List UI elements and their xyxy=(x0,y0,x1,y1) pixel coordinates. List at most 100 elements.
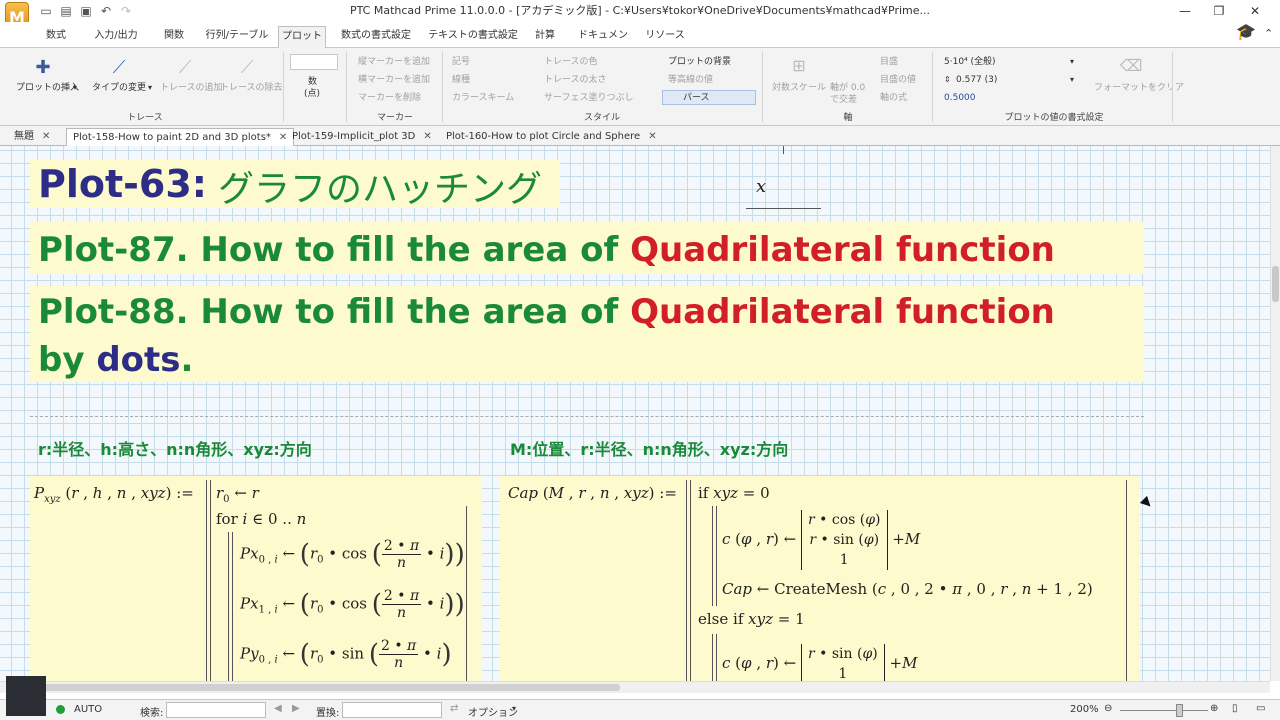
axis-equation-button[interactable]: 軸の式 xyxy=(880,92,907,104)
insert-plot-dropdown-icon[interactable]: ▾ xyxy=(73,82,77,94)
title-bar: M ▭ ▤ ▣ ↶ ↷ PTC Mathcad Prime 11.0.0.0 -… xyxy=(0,0,1280,32)
search-prev-icon[interactable]: ◀ xyxy=(274,703,282,714)
close-icon[interactable]: ✕ xyxy=(1238,0,1272,22)
doc-tab-label: Plot-159-Implicit_plot 3D xyxy=(292,131,416,142)
eraser-icon[interactable]: ⌫ xyxy=(1116,52,1146,80)
window-title: PTC Mathcad Prime 11.0.0.0 - [アカデミック版] -… xyxy=(349,4,931,17)
tab-text-format[interactable]: テキストの書式設定 xyxy=(426,26,520,48)
zoom-out-icon[interactable]: ⊖ xyxy=(1104,703,1112,714)
page-view-icon[interactable]: ▯ xyxy=(1232,703,1238,714)
add-trace-icon[interactable]: ⟋ xyxy=(170,54,200,82)
tab-math-format[interactable]: 数式の書式設定 xyxy=(334,26,418,48)
color-scheme-button[interactable]: カラースキーム xyxy=(452,92,514,104)
replace-input[interactable] xyxy=(342,702,442,718)
calc-mode-label[interactable]: AUTO xyxy=(74,704,102,715)
ribbon-separator xyxy=(932,52,933,122)
format-general-select[interactable]: 5·10⁴ (全般) xyxy=(944,56,996,68)
trace-weight-button[interactable]: トレースの太さ xyxy=(544,74,607,86)
trace-color-button[interactable]: トレースの色 xyxy=(544,56,598,68)
p-line-5: Py0 , i ← (r0 • sin (2 • πn • i) xyxy=(240,638,452,671)
graduation-cap-icon[interactable]: 🎓 xyxy=(1236,24,1256,40)
cap-line-5: c (φ , r) ← r • sin (φ) 1 +M xyxy=(722,644,917,681)
symbol-button[interactable]: 記号 xyxy=(452,56,470,68)
digits-spinner-icon[interactable]: ⇕ xyxy=(944,74,951,86)
plot63-subtitle: グラフのハッチング xyxy=(218,169,543,210)
p-line-3: Px0 , i ← (r0 • cos (2 • πn • i)) xyxy=(240,538,465,571)
tab-plots[interactable]: プロット xyxy=(278,26,326,49)
perspective-toggle[interactable]: パース xyxy=(662,90,756,105)
log-scale-icon[interactable]: ⊞ xyxy=(784,52,814,80)
x-variable[interactable]: x xyxy=(756,176,766,197)
replace-label: 置換: xyxy=(316,708,340,719)
cap-line-4: else if xyz = 1 xyxy=(698,610,805,628)
change-type-button[interactable]: タイプの変更 xyxy=(92,82,146,94)
tick-value-button[interactable]: 目盛の値 xyxy=(880,74,916,86)
vertical-scrollbar[interactable] xyxy=(1270,146,1280,681)
options-button[interactable]: オプション xyxy=(468,704,518,719)
search-next-icon[interactable]: ▶ xyxy=(292,703,300,714)
minimize-icon[interactable]: — xyxy=(1168,0,1202,22)
ribbon-tab-bar: 数式 入力/出力 関数 行列/テーブル プロット 数式の書式設定 テキストの書式… xyxy=(0,22,1280,61)
doc-tab-label: Plot-158-How to paint 2D and 3D plots* xyxy=(73,132,271,143)
add-hmarker-button[interactable]: 横マーカーを追加 xyxy=(358,74,430,86)
axis-cross-label-1[interactable]: 軸が 0.0 xyxy=(830,82,865,94)
remove-marker-button[interactable]: マーカーを削除 xyxy=(358,92,421,104)
axis-cross-label-2[interactable]: で交差 xyxy=(830,94,857,106)
tab-calculation[interactable]: 計算 xyxy=(526,26,564,48)
tab-document[interactable]: ドキュメント xyxy=(574,26,632,61)
format-general-dropdown-icon[interactable]: ▾ xyxy=(1070,56,1074,68)
vertical-scroll-thumb[interactable] xyxy=(1272,266,1279,302)
replace-icon[interactable]: ⇄ xyxy=(450,703,458,714)
add-trace-button[interactable]: トレースの追加 xyxy=(160,82,223,94)
plot-background-button[interactable]: プロットの背景 xyxy=(668,56,731,68)
horizontal-scrollbar[interactable] xyxy=(0,681,1270,693)
search-label: 検索: xyxy=(140,708,164,719)
line-style-button[interactable]: 線種 xyxy=(452,74,470,86)
doc-tab[interactable]: 無題 ✕ xyxy=(8,128,56,146)
tab-io[interactable]: 入力/出力 xyxy=(86,26,146,48)
options-dropdown-icon[interactable]: ▾ xyxy=(512,704,516,713)
tick-button[interactable]: 目盛 xyxy=(880,56,898,68)
zoom-slider-thumb[interactable] xyxy=(1176,704,1183,717)
zoom-in-icon[interactable]: ⊕ xyxy=(1210,703,1218,714)
doc-tab[interactable]: Plot-159-Implicit_plot 3D ✕ xyxy=(286,128,438,146)
format-digits-select[interactable]: 0.577 (3) xyxy=(956,74,997,86)
format-digits-dropdown-icon[interactable]: ▾ xyxy=(1070,74,1074,86)
log-scale-button[interactable]: 対数スケール xyxy=(772,82,826,94)
surface-fill-button[interactable]: サーフェス塗りつぶし xyxy=(544,92,634,104)
close-tab-icon[interactable]: ✕ xyxy=(423,131,431,142)
program-bar xyxy=(690,480,691,681)
num-points-input[interactable] xyxy=(290,54,338,70)
doc-tab-active[interactable]: Plot-158-How to paint 2D and 3D plots* ✕ xyxy=(66,128,295,147)
group-trace-label: トレース xyxy=(127,113,163,123)
doc-tab[interactable]: Plot-160-How to plot Circle and Sphere ✕ xyxy=(440,128,663,146)
ribbon-separator xyxy=(442,52,443,122)
close-tab-icon[interactable]: ✕ xyxy=(42,131,50,142)
horizontal-scroll-thumb[interactable] xyxy=(10,684,620,691)
cap-line-3: Cap ← CreateMesh (c , 0 , 2 • π , 0 , r … xyxy=(722,580,1093,598)
worksheet-canvas[interactable]: Plot-63: グラフのハッチング x Plot-87. How to fil… xyxy=(0,146,1270,681)
tab-functions[interactable]: 関数 xyxy=(152,26,196,48)
search-input[interactable] xyxy=(166,702,266,718)
tab-resources[interactable]: リソース xyxy=(640,26,690,48)
clear-format-button[interactable]: フォーマットをクリア xyxy=(1094,82,1184,94)
perspective-label: パース xyxy=(683,93,710,103)
program-bar xyxy=(686,480,687,681)
add-vmarker-button[interactable]: 縦マーカーを追加 xyxy=(358,56,430,68)
insert-plot-icon[interactable]: ✚ xyxy=(28,54,58,82)
change-type-icon[interactable]: ⟋ xyxy=(104,54,134,82)
collapse-ribbon-icon[interactable]: ⌃ xyxy=(1264,28,1273,40)
zoom-slider[interactable] xyxy=(1120,710,1208,711)
contour-value-button[interactable]: 等高線の値 xyxy=(668,74,713,86)
change-type-dropdown-icon[interactable]: ▾ xyxy=(148,82,152,94)
program-bar xyxy=(206,480,207,681)
remove-trace-icon[interactable]: ⟋ xyxy=(232,54,262,82)
draft-view-icon[interactable]: ▭ xyxy=(1256,703,1265,714)
close-tab-icon[interactable]: ✕ xyxy=(648,131,656,142)
tab-math[interactable]: 数式 xyxy=(34,26,78,48)
insert-plot-button[interactable]: プロットの挿入 xyxy=(16,82,79,94)
remove-trace-button[interactable]: トレースの除去 xyxy=(220,82,283,94)
page-marker xyxy=(783,146,784,154)
tab-matrices[interactable]: 行列/テーブル xyxy=(204,26,270,48)
restore-icon[interactable]: ❐ xyxy=(1202,0,1236,22)
